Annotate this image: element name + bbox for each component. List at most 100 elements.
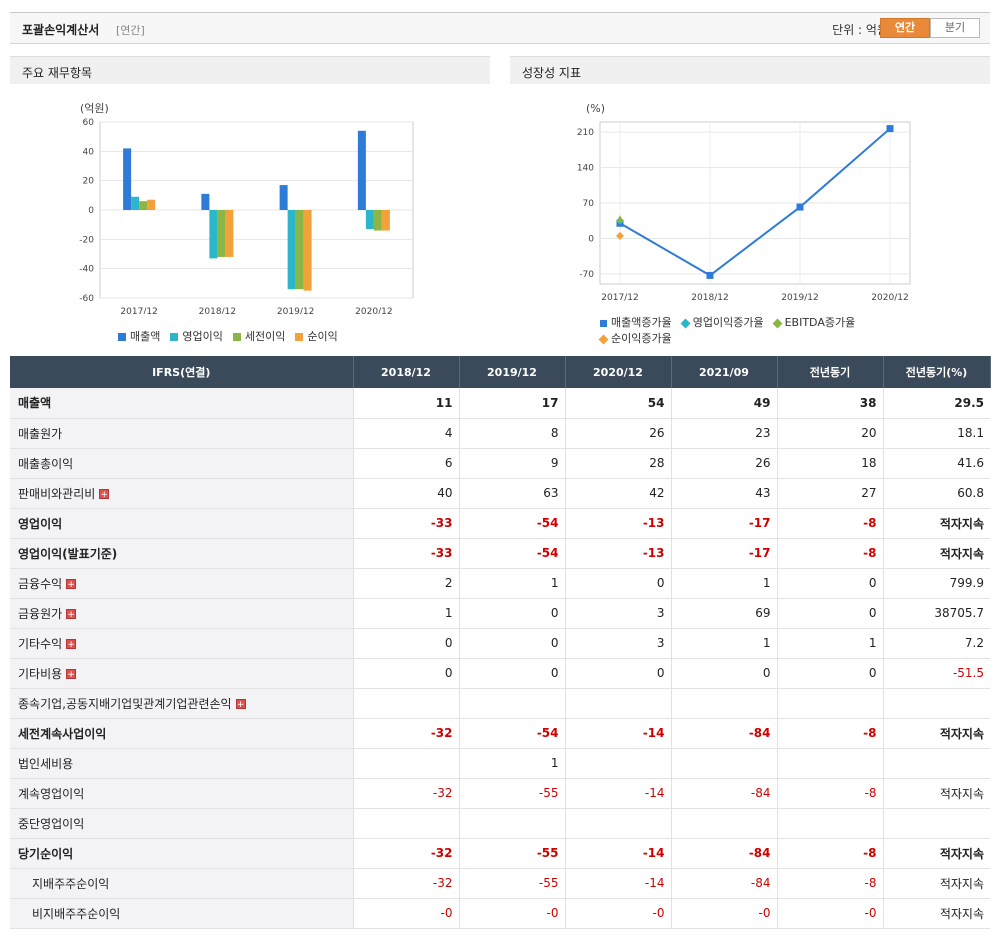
legend-swatch xyxy=(232,333,241,341)
financials-legend: 매출액 영업이익 세전이익 순이익 xyxy=(118,328,348,344)
table-cell: -54 xyxy=(458,718,565,749)
growth-line-chart: (%) 210 140 70 0 -70 2017/12 2018/12 2019/12 2020… xyxy=(577,102,911,303)
period-toggle: 연간 분기 xyxy=(880,18,980,38)
tab-quarterly[interactable]: 분기 xyxy=(930,18,980,38)
financials-bar-chart: (억원) 60 40 20 0 -20 -40 -60 2017/12 2018/12 2019/1… xyxy=(79,102,414,317)
row-label: 금융원가 + xyxy=(10,598,353,629)
expand-plus-icon[interactable]: + xyxy=(99,489,110,500)
table-cell: 6 xyxy=(352,448,459,479)
table-cell: -84 xyxy=(670,778,777,809)
legend-marker-icon xyxy=(598,334,609,344)
table-cell xyxy=(670,688,777,719)
table-cell: -0 xyxy=(564,898,671,929)
expand-plus-icon[interactable]: + xyxy=(235,699,246,710)
table-cell: 28 xyxy=(564,448,671,479)
table-cell: -14 xyxy=(564,868,671,899)
table-cell: -84 xyxy=(670,868,777,899)
panel-header-growth: 성장성 지표 xyxy=(510,56,990,84)
table-row: 매출액 11 17 54 49 38 29.5 xyxy=(10,388,990,419)
bar xyxy=(381,210,390,231)
table-cell: -33 xyxy=(352,538,459,569)
table-cell: 9 xyxy=(458,448,565,479)
table-cell: 11 xyxy=(352,388,459,419)
table-cell: -13 xyxy=(564,538,671,569)
table-cell: -0 xyxy=(352,898,459,929)
growth-legend: 매출액증가율 영업이익증가율 EBITDA증가율순이익증가율 xyxy=(598,314,900,346)
row-label: 종속기업,공동지배기업및관계기업관련손익 + xyxy=(10,688,353,719)
y-unit-label: (%) xyxy=(586,102,605,115)
table-row: 금융원가 +1 0 3 69 0 38705.7 xyxy=(10,598,990,629)
table-row: 기타비용 +0 0 0 0 0 -51.5 xyxy=(10,658,990,689)
table-row: 비지배주주순이익 -0 -0 -0 -0 -0 적자지속 xyxy=(10,898,990,929)
period-tag: [연간] xyxy=(116,24,145,37)
x-tick-label: 2017/12 xyxy=(120,307,157,314)
table-row: 계속영업이익 -32 -55 -14 -84 -8 적자지속 xyxy=(10,778,990,809)
table-cell: -0 xyxy=(776,898,883,929)
legend-swatch xyxy=(170,333,179,341)
financials-chart-panel: (억원) 60 40 20 0 -20 -40 -60 2017/12 2018/12 2019/1… xyxy=(10,84,490,354)
col-header: IFRS(연결) xyxy=(10,356,354,388)
col-header: 2020/12 xyxy=(565,356,672,388)
bar xyxy=(139,201,148,210)
table-cell: -32 xyxy=(352,778,459,809)
legend-marker-icon xyxy=(772,318,783,328)
legend-label: 매출액증가율 xyxy=(611,316,672,329)
table-cell: -32 xyxy=(352,718,459,749)
table-cell xyxy=(352,808,459,839)
table-cell: 42 xyxy=(564,478,671,509)
table-cell: 40 xyxy=(352,478,459,509)
legend-label: 세전이익 xyxy=(244,330,286,343)
y-unit-label: (억원) xyxy=(80,102,109,115)
bar xyxy=(209,210,218,259)
bar xyxy=(201,193,210,210)
legend-label: 영업이익증가율 xyxy=(692,316,764,329)
legend-label: 순이익 xyxy=(307,330,338,343)
table-cell: 1 xyxy=(352,598,459,629)
row-label-text: 판매비와관리비 xyxy=(18,486,96,501)
table-cell: 0 xyxy=(458,628,565,659)
row-label-text: 법인세비용 xyxy=(18,756,74,771)
legend-item: 영업이익 xyxy=(170,328,223,344)
x-tick-label: 2020/12 xyxy=(871,293,908,303)
table-cell: -54 xyxy=(458,508,565,539)
table-cell: 63 xyxy=(458,478,565,509)
y-tick-label: 210 xyxy=(577,128,594,138)
row-label-text: 영업이익(발표기준) xyxy=(18,546,118,561)
table-cell: 38 xyxy=(776,388,883,419)
table-cell xyxy=(352,748,459,779)
table-cell xyxy=(882,748,990,779)
row-label-text: 매출원가 xyxy=(18,426,63,441)
expand-plus-icon[interactable]: + xyxy=(66,669,77,680)
row-label-text: 매출액 xyxy=(18,396,52,411)
table-cell: 60.8 xyxy=(882,478,990,509)
table-cell: 1 xyxy=(670,568,777,599)
expand-plus-icon[interactable]: + xyxy=(66,609,77,620)
table-cell: 26 xyxy=(670,448,777,479)
table-cell: -8 xyxy=(776,778,883,809)
row-label-text: 비지배주주순이익 xyxy=(32,906,121,921)
expand-plus-icon[interactable]: + xyxy=(66,639,77,650)
table-cell: 적자지속 xyxy=(882,718,990,749)
x-tick-label: 2018/12 xyxy=(199,307,236,314)
table-cell: -14 xyxy=(564,778,671,809)
legend-swatch xyxy=(118,333,126,341)
table-cell: 0 xyxy=(564,568,671,599)
table-cell: 18 xyxy=(776,448,883,479)
tab-annual[interactable]: 연간 xyxy=(880,18,930,38)
row-label-text: 계속영업이익 xyxy=(18,786,85,801)
table-row: 금융수익 +2 1 0 1 0 799.9 xyxy=(10,568,990,599)
table-cell: -8 xyxy=(776,508,883,539)
expand-plus-icon[interactable]: + xyxy=(66,579,77,590)
row-label-text: 세전계속사업이익 xyxy=(18,726,107,741)
table-cell: -54 xyxy=(458,538,565,569)
table-cell: 1 xyxy=(776,628,883,659)
table-cell: -14 xyxy=(564,838,671,869)
table-cell: 0 xyxy=(670,658,777,689)
col-header: 전년동기 xyxy=(777,356,884,388)
table-cell xyxy=(882,808,990,839)
legend-item: 세전이익 xyxy=(232,328,286,344)
table-row: 지배주주순이익 -32 -55 -14 -84 -8 적자지속 xyxy=(10,868,990,899)
legend-item: 순이익 xyxy=(295,328,338,344)
table-cell xyxy=(882,688,990,719)
table-cell: 적자지속 xyxy=(882,868,990,899)
